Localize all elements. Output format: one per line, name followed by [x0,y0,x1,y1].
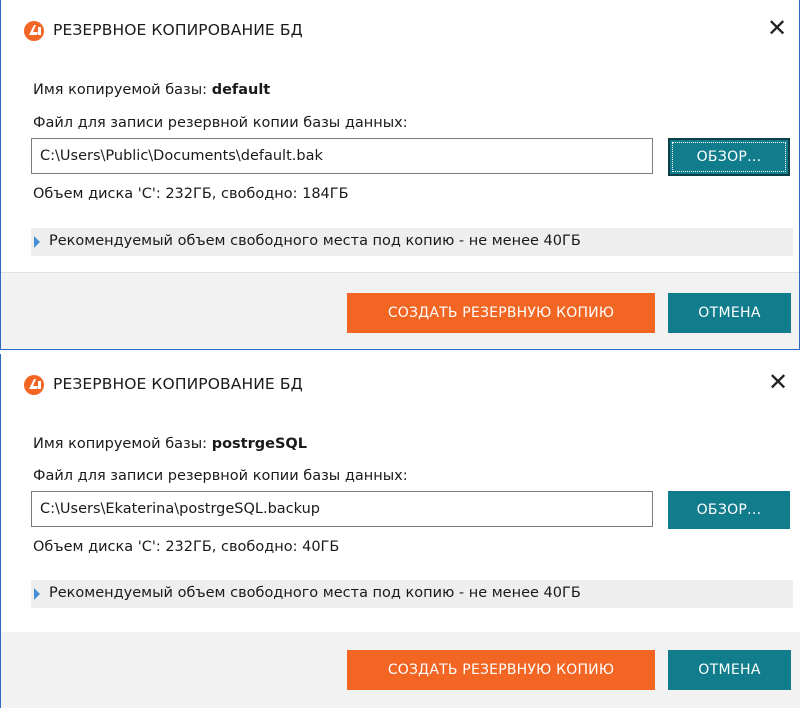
create-backup-button[interactable]: СОЗДАТЬ РЕЗЕРВНУЮ КОПИЮ [347,293,655,333]
app-logo-icon [24,375,44,395]
db-name-label: Имя копируемой базы: [33,82,212,98]
app-logo-icon [24,21,44,41]
title-bar: РЕЗЕРВНОЕ КОПИРОВАНИЕ БД ✕ [1,0,799,56]
dialog-footer: СОЗДАТЬ РЕЗЕРВНУЮ КОПИЮ ОТМЕНА [1,272,799,349]
browse-button[interactable]: ОБЗОР... [668,491,790,529]
close-icon[interactable]: ✕ [763,14,791,42]
db-name-value: default [211,82,271,98]
db-name-line: Имя копируемой базы: default [33,82,270,98]
db-name-label: Имя копируемой базы: [33,436,212,452]
space-hint-bar[interactable]: Рекомендуемый объем свободного места под… [31,580,793,608]
cancel-button[interactable]: ОТМЕНА [668,293,791,333]
browse-button[interactable]: ОБЗОР... [668,138,790,176]
backup-path-input[interactable] [31,138,653,174]
backup-path-input[interactable] [31,491,653,527]
disk-info: Объем диска 'C': 232ГБ, свободно: 184ГБ [33,186,349,202]
file-label: Файл для записи резервной копии базы дан… [33,468,408,484]
space-hint-bar[interactable]: Рекомендуемый объем свободного места под… [31,228,793,256]
db-name-line: Имя копируемой базы: postrgeSQL [33,436,307,452]
db-name-value: postrgeSQL [211,436,307,452]
title-bar: РЕЗЕРВНОЕ КОПИРОВАНИЕ БД ✕ [1,354,800,410]
disk-info: Объем диска 'C': 232ГБ, свободно: 40ГБ [33,539,340,555]
backup-dialog: РЕЗЕРВНОЕ КОПИРОВАНИЕ БД ✕ Имя копируемо… [0,0,800,350]
dialog-title: РЕЗЕРВНОЕ КОПИРОВАНИЕ БД [53,375,303,393]
close-icon[interactable]: ✕ [764,368,792,396]
file-label: Файл для записи резервной копии базы дан… [33,115,408,131]
backup-dialog: РЕЗЕРВНОЕ КОПИРОВАНИЕ БД ✕ Имя копируемо… [0,354,800,708]
cancel-button[interactable]: ОТМЕНА [668,650,791,690]
create-backup-button[interactable]: СОЗДАТЬ РЕЗЕРВНУЮ КОПИЮ [347,650,655,690]
space-hint-text: Рекомендуемый объем свободного места под… [49,585,581,601]
dialog-footer: СОЗДАТЬ РЕЗЕРВНУЮ КОПИЮ ОТМЕНА [1,632,800,708]
dialog-title: РЕЗЕРВНОЕ КОПИРОВАНИЕ БД [53,21,303,39]
space-hint-text: Рекомендуемый объем свободного места под… [49,233,581,249]
expand-arrow-icon [34,236,40,248]
expand-arrow-icon [34,588,40,600]
